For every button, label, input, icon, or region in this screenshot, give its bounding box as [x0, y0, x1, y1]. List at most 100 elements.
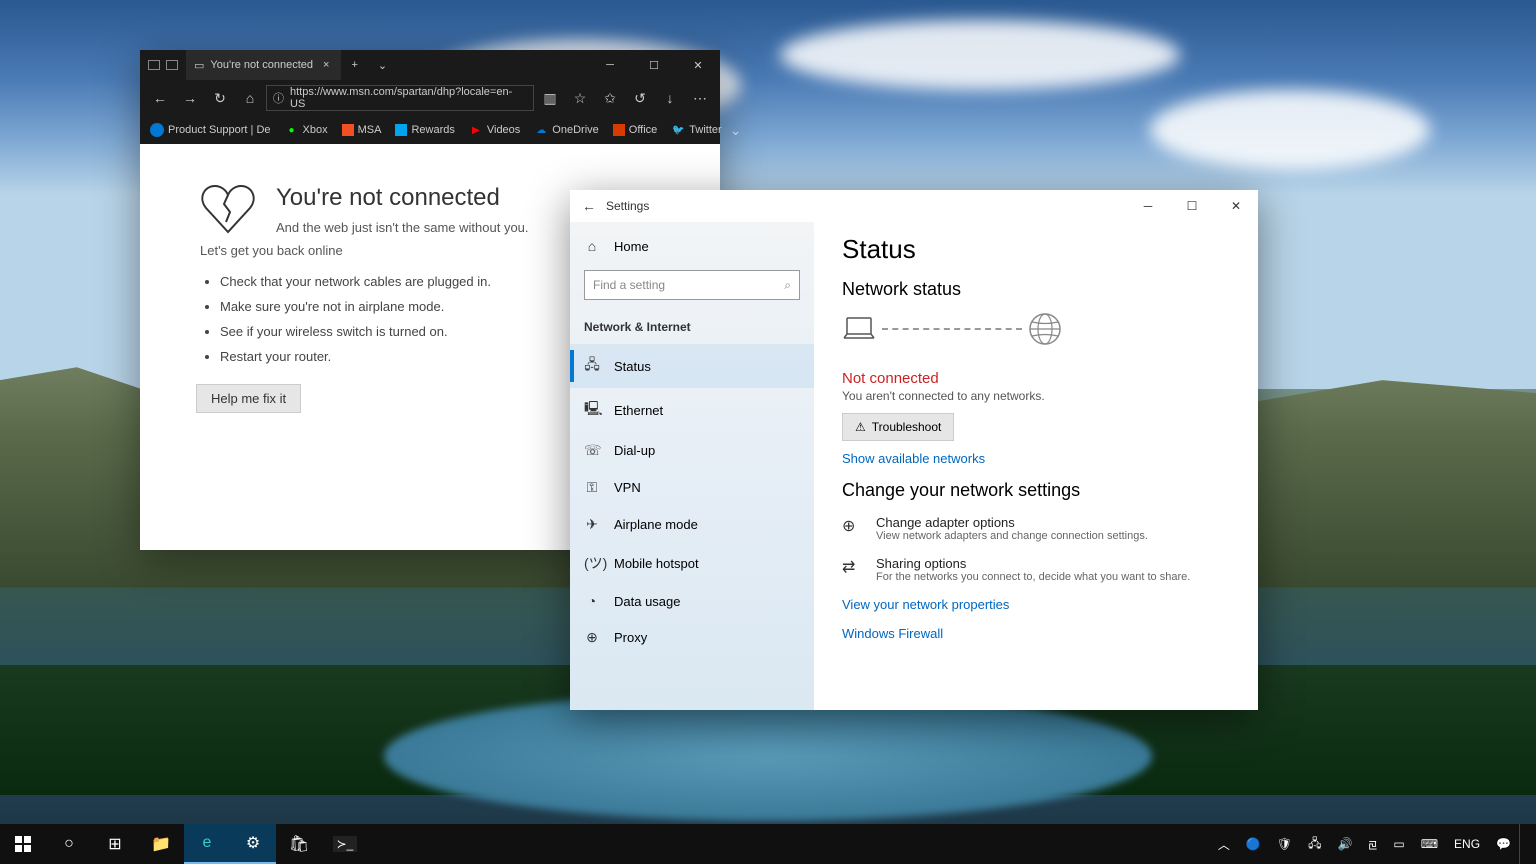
settings-main-panel: Status Network status Not connected You … — [814, 222, 1258, 710]
favorite-link[interactable]: ▶Videos — [463, 116, 526, 144]
sidebar-item-vpn[interactable]: ⚿VPN — [570, 469, 814, 506]
new-tab-button[interactable]: + — [341, 59, 367, 71]
tab-chevron-button[interactable]: ⌄ — [368, 59, 397, 72]
history-button[interactable]: ↺ — [626, 84, 654, 112]
reading-view-button[interactable]: ▥ — [536, 84, 564, 112]
taskbar: ○ ⊞ 📁 e ⚙ 🛍 ≻_ ︿ 🔵 🛡 🖧 🔊 ꡙ ▭ ⌨ ENG 💬 — [0, 824, 1536, 864]
start-button[interactable] — [0, 824, 46, 864]
connection-status-text: Not connected — [842, 370, 1230, 387]
tray-overflow-button[interactable]: ︿ — [1210, 824, 1238, 864]
windows-firewall-link[interactable]: Windows Firewall — [842, 626, 1230, 641]
broken-heart-icon — [200, 184, 256, 234]
downloads-button[interactable]: ↓ — [656, 84, 684, 112]
favorite-link[interactable]: Office — [607, 116, 664, 144]
minimize-button[interactable]: ─ — [1126, 190, 1170, 222]
connection-status-subtext: You aren't connected to any networks. — [842, 389, 1230, 403]
task-view-button[interactable]: ⊞ — [92, 824, 138, 864]
favorite-link[interactable]: Rewards — [389, 116, 460, 144]
status-icon: 🖧 — [584, 354, 600, 378]
settings-home-button[interactable]: ⌂ Home — [570, 230, 814, 262]
store-taskbar-button[interactable]: 🛍 — [276, 824, 322, 864]
file-explorer-button[interactable]: 📁 — [138, 824, 184, 864]
show-networks-link[interactable]: Show available networks — [842, 451, 1230, 466]
edge-toolbar: ← → ↻ ⌂ ⓘ https://www.msn.com/spartan/dh… — [140, 80, 720, 116]
tab-close-button[interactable]: × — [319, 59, 333, 71]
page-title: Status — [842, 234, 1230, 265]
language-indicator[interactable]: ENG — [1446, 824, 1488, 864]
window-title: Settings — [606, 199, 649, 213]
adapter-icon: ⊕ — [842, 515, 862, 542]
site-info-icon[interactable]: ⓘ — [273, 90, 284, 106]
vpn-icon: ⚿ — [584, 479, 600, 496]
edge-taskbar-button[interactable]: e — [184, 824, 230, 864]
edge-titlebar: ▭ You're not connected × + ⌄ ─ ☐ ✕ — [140, 50, 720, 80]
network-properties-link[interactable]: View your network properties — [842, 597, 1230, 612]
sidebar-item-ethernet[interactable]: 🖳Ethernet — [570, 388, 814, 432]
tab-title: You're not connected — [210, 59, 313, 71]
favorite-link[interactable]: ●Xbox — [279, 116, 334, 144]
favorites-overflow-button[interactable]: ⌄ — [730, 116, 742, 144]
security-tray-icon[interactable]: 🛡 — [1269, 824, 1300, 864]
sidebar-item-datausage[interactable]: ◔Data usage — [570, 583, 814, 619]
sidebar-item-airplane[interactable]: ✈Airplane mode — [570, 506, 814, 543]
troubleshoot-button[interactable]: ⚠ Troubleshoot — [842, 413, 954, 441]
tray-icon[interactable]: 🔵 — [1238, 824, 1269, 864]
more-button[interactable]: ⋯ — [686, 84, 714, 112]
close-button[interactable]: ✕ — [676, 50, 720, 80]
sidebar-item-status[interactable]: 🖧Status — [570, 344, 814, 388]
favorite-link[interactable]: MSA — [336, 116, 388, 144]
sharing-icon: ⇄ — [842, 556, 862, 583]
back-button[interactable]: ← — [146, 84, 174, 112]
system-tray: ︿ 🔵 🛡 🖧 🔊 ꡙ ▭ ⌨ ENG 💬 — [1210, 824, 1536, 864]
sidebar-item-dialup[interactable]: ☏Dial-up — [570, 432, 814, 469]
volume-tray-icon[interactable]: 🔊 — [1329, 824, 1360, 864]
proxy-icon: ⊕ — [584, 629, 600, 646]
keyboard-tray-icon[interactable]: ⌨ — [1413, 824, 1446, 864]
change-adapter-option[interactable]: ⊕ Change adapter options View network ad… — [842, 515, 1230, 542]
help-fix-button[interactable]: Help me fix it — [196, 384, 301, 413]
sidebar-section-heading: Network & Internet — [570, 314, 814, 344]
battery-tray-icon[interactable]: ▭ — [1385, 824, 1412, 864]
close-button[interactable]: ✕ — [1214, 190, 1258, 222]
settings-search-input[interactable]: Find a setting ⌕ — [584, 270, 800, 300]
maximize-button[interactable]: ☐ — [632, 50, 676, 80]
data-icon: ◔ — [584, 593, 600, 609]
settings-window: ← Settings ─ ☐ ✕ ⌂ Home Find a setting ⌕… — [570, 190, 1258, 710]
forward-button[interactable]: → — [176, 84, 204, 112]
cortana-button[interactable]: ○ — [46, 824, 92, 864]
network-tray-icon[interactable]: 🖧 — [1300, 824, 1329, 864]
refresh-button[interactable]: ↻ — [206, 84, 234, 112]
airplane-icon: ✈ — [584, 516, 600, 533]
home-button[interactable]: ⌂ — [236, 84, 264, 112]
search-placeholder: Find a setting — [593, 278, 665, 292]
section-heading: Network status — [842, 279, 1230, 300]
favorite-button[interactable]: ☆ — [566, 84, 594, 112]
hotspot-icon: (ツ) — [584, 553, 600, 573]
sidebar-item-proxy[interactable]: ⊕Proxy — [570, 619, 814, 656]
edge-tab-preview-icons[interactable] — [140, 60, 186, 70]
settings-sidebar: ⌂ Home Find a setting ⌕ Network & Intern… — [570, 222, 814, 710]
input-tray-icon[interactable]: ꡙ — [1360, 824, 1385, 864]
favorites-hub-button[interactable]: ✩ — [596, 84, 624, 112]
maximize-button[interactable]: ☐ — [1170, 190, 1214, 222]
minimize-button[interactable]: ─ — [588, 50, 632, 80]
favorite-link[interactable]: 🐦Twitter — [665, 116, 727, 144]
ethernet-icon: 🖳 — [584, 398, 600, 422]
browser-tab[interactable]: ▭ You're not connected × — [186, 50, 341, 80]
sharing-option[interactable]: ⇄ Sharing options For the networks you c… — [842, 556, 1230, 583]
sidebar-item-hotspot[interactable]: (ツ)Mobile hotspot — [570, 543, 814, 583]
favorite-link[interactable]: ☁OneDrive — [528, 116, 604, 144]
home-icon: ⌂ — [584, 238, 600, 254]
settings-taskbar-button[interactable]: ⚙ — [230, 824, 276, 864]
page-icon: ▭ — [194, 59, 204, 72]
favorite-link[interactable]: Product Support | De — [144, 116, 277, 144]
favorites-bar: Product Support | De ●Xbox MSA Rewards ▶… — [140, 116, 720, 144]
back-button[interactable]: ← — [582, 198, 606, 214]
address-bar[interactable]: ⓘ https://www.msn.com/spartan/dhp?locale… — [266, 85, 534, 111]
section-heading: Change your network settings — [842, 480, 1230, 501]
terminal-taskbar-button[interactable]: ≻_ — [322, 824, 368, 864]
action-center-button[interactable]: 💬 — [1488, 824, 1519, 864]
globe-icon — [1028, 312, 1062, 346]
show-desktop-button[interactable] — [1519, 824, 1536, 864]
laptop-icon — [842, 316, 876, 342]
